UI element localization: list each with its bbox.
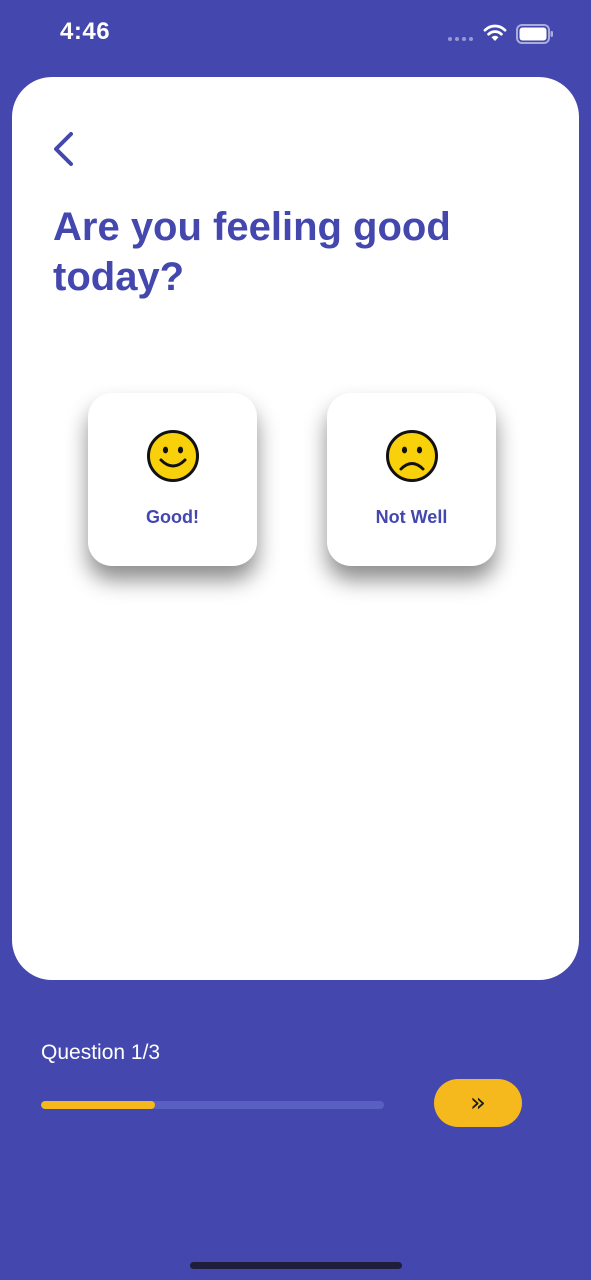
cellular-signal-icon xyxy=(448,37,476,42)
option-good-button[interactable]: Good! xyxy=(88,393,257,566)
double-chevron-right-icon: » xyxy=(470,1088,486,1118)
question-card: Are you feeling good today? Good! Not We… xyxy=(12,77,579,980)
wifi-icon xyxy=(483,24,507,41)
home-indicator xyxy=(190,1262,402,1269)
sad-face-icon xyxy=(386,430,438,482)
progress-bar xyxy=(41,1101,384,1109)
chevron-left-icon[interactable] xyxy=(48,129,82,169)
option-not-well-label: Not Well xyxy=(375,507,448,527)
smiley-face-icon xyxy=(147,430,199,482)
status-time: 4:46 xyxy=(60,18,111,45)
option-not-well-button[interactable]: Not Well xyxy=(327,393,496,566)
progress-bar-fill xyxy=(41,1101,156,1109)
next-button[interactable]: » xyxy=(434,1079,522,1127)
page-title: Are you feeling good today? xyxy=(53,205,451,299)
status-bar: 4:46 xyxy=(0,0,591,70)
question-counter: Question 1/3 xyxy=(41,1041,161,1064)
option-good-label: Good! xyxy=(146,507,199,527)
battery-icon xyxy=(516,24,553,44)
